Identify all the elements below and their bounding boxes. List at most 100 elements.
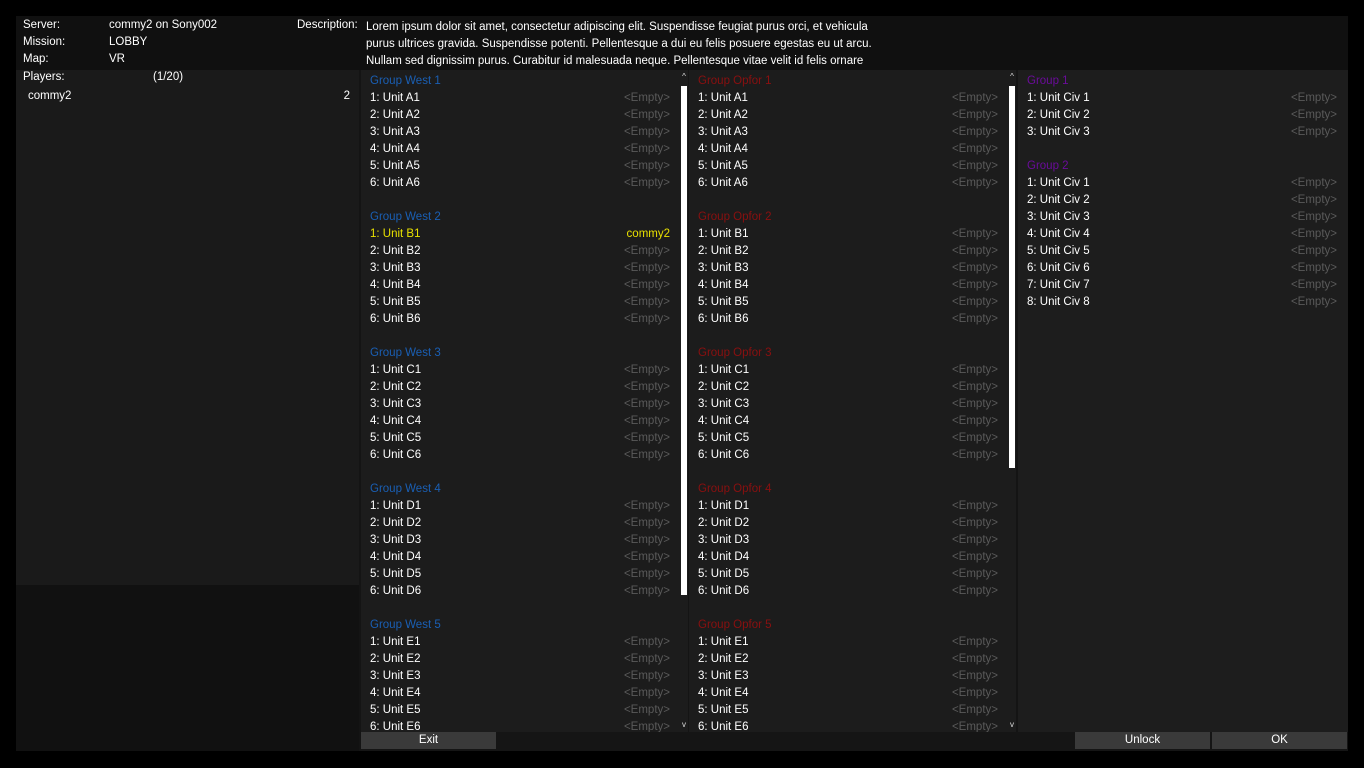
description-line: Lorem ipsum dolor sit amet, consectetur … [366, 21, 868, 33]
opfor-group-title: Group Opfor 2 [698, 211, 772, 223]
west-slot-row[interactable]: 4: Unit C4 <Empty> [370, 413, 670, 430]
player-row[interactable]: commy2 2 [28, 88, 352, 105]
west-scrollbar-thumb[interactable] [681, 86, 687, 595]
west-scroll-up-icon[interactable]: ^ [680, 72, 688, 82]
ok-button[interactable]: OK [1212, 732, 1347, 749]
west-slot-row[interactable]: 1: Unit A1 <Empty> [370, 90, 670, 107]
west-slot-row[interactable]: 1: Unit E1 <Empty> [370, 634, 670, 651]
players-panel[interactable] [16, 70, 359, 585]
west-slot-row[interactable]: 6: Unit C6 <Empty> [370, 447, 670, 464]
west-slot-row[interactable]: 5: Unit D5 <Empty> [370, 566, 670, 583]
west-slot-row[interactable]: 4: Unit A4 <Empty> [370, 141, 670, 158]
slot-role: 5: Unit Civ 5 [1027, 245, 1090, 257]
west-slot-row[interactable]: 5: Unit A5 <Empty> [370, 158, 670, 175]
west-slot-row[interactable]: 3: Unit B3 <Empty> [370, 260, 670, 277]
opfor-slot-row[interactable]: 4: Unit E4 <Empty> [698, 685, 998, 702]
opfor-slot-row[interactable]: 1: Unit C1 <Empty> [698, 362, 998, 379]
opfor-slot-row[interactable]: 4: Unit C4 <Empty> [698, 413, 998, 430]
opfor-slot-row[interactable]: 1: Unit E1 <Empty> [698, 634, 998, 651]
west-slot-row[interactable]: 6: Unit D6 <Empty> [370, 583, 670, 600]
opfor-slot-row[interactable]: 3: Unit A3 <Empty> [698, 124, 998, 141]
opfor-slot-row[interactable]: 3: Unit E3 <Empty> [698, 668, 998, 685]
civ-slot-row[interactable]: 1: Unit Civ 1 <Empty> [1027, 175, 1337, 192]
slot-occupant: <Empty> [951, 653, 998, 665]
west-slot-row[interactable]: 3: Unit C3 <Empty> [370, 396, 670, 413]
slot-role: 5: Unit C5 [698, 432, 750, 444]
west-slot-row[interactable]: 4: Unit B4 <Empty> [370, 277, 670, 294]
opfor-slot-row[interactable]: 4: Unit A4 <Empty> [698, 141, 998, 158]
opfor-slot-list[interactable]: Group Opfor 1 1: Unit A1 <Empty> 2: Unit A2… [689, 70, 1016, 732]
opfor-slot-row[interactable]: 1: Unit A1 <Empty> [698, 90, 998, 107]
civ-slot-row[interactable]: 8: Unit Civ 8 <Empty> [1027, 294, 1337, 311]
opfor-slot-row[interactable]: 6: Unit C6 <Empty> [698, 447, 998, 464]
civ-slot-row[interactable]: 2: Unit Civ 2 <Empty> [1027, 107, 1337, 124]
opfor-slot-row[interactable]: 2: Unit E2 <Empty> [698, 651, 998, 668]
civ-slot-row[interactable]: 3: Unit Civ 3 <Empty> [1027, 209, 1337, 226]
exit-button[interactable]: Exit [361, 732, 496, 749]
opfor-slot-row[interactable]: 5: Unit A5 <Empty> [698, 158, 998, 175]
opfor-slot-row[interactable]: 2: Unit A2 <Empty> [698, 107, 998, 124]
opfor-slot-row[interactable]: 3: Unit B3 <Empty> [698, 260, 998, 277]
opfor-slot-row[interactable]: 5: Unit E5 <Empty> [698, 702, 998, 719]
unlock-button[interactable]: Unlock [1075, 732, 1210, 749]
west-scroll-down-icon[interactable]: v [680, 720, 688, 730]
west-slot-row[interactable]: 2: Unit D2 <Empty> [370, 515, 670, 532]
west-slot-row[interactable]: 5: Unit C5 <Empty> [370, 430, 670, 447]
west-slot-row[interactable]: 3: Unit D3 <Empty> [370, 532, 670, 549]
civ-slot-row[interactable]: 2: Unit Civ 2 <Empty> [1027, 192, 1337, 209]
west-slot-row[interactable]: 6: Unit E6 <Empty> [370, 719, 670, 732]
slot-role: 4: Unit A4 [370, 143, 420, 155]
west-slot-row[interactable]: 5: Unit E5 <Empty> [370, 702, 670, 719]
west-slot-row[interactable]: 2: Unit B2 <Empty> [370, 243, 670, 260]
opfor-slot-row[interactable]: 5: Unit B5 <Empty> [698, 294, 998, 311]
west-slot-row[interactable]: 1: Unit B1 commy2 [370, 226, 670, 243]
slot-role: 3: Unit D3 [698, 534, 750, 546]
civ-slot-row[interactable]: 1: Unit Civ 1 <Empty> [1027, 90, 1337, 107]
opfor-scroll-down-icon[interactable]: v [1008, 720, 1016, 730]
opfor-slot-row[interactable]: 6: Unit A6 <Empty> [698, 175, 998, 192]
west-slot-row[interactable]: 6: Unit A6 <Empty> [370, 175, 670, 192]
civ-slot-row[interactable]: 7: Unit Civ 7 <Empty> [1027, 277, 1337, 294]
opfor-slot-row[interactable]: 6: Unit E6 <Empty> [698, 719, 998, 732]
opfor-slot-row[interactable]: 1: Unit D1 <Empty> [698, 498, 998, 515]
opfor-slot-row[interactable]: 2: Unit D2 <Empty> [698, 515, 998, 532]
opfor-scroll-up-icon[interactable]: ^ [1008, 72, 1016, 82]
opfor-scrollbar-thumb[interactable] [1009, 86, 1015, 468]
west-slot-row[interactable]: 2: Unit E2 <Empty> [370, 651, 670, 668]
opfor-slot-row[interactable]: 3: Unit D3 <Empty> [698, 532, 998, 549]
civ-slot-row[interactable]: 6: Unit Civ 6 <Empty> [1027, 260, 1337, 277]
slot-occupant: <Empty> [623, 415, 670, 427]
civ-slot-list[interactable]: Group 1 1: Unit Civ 1 <Empty> 2: Unit Civ 2… [1018, 70, 1348, 732]
opfor-slot-row[interactable]: 2: Unit B2 <Empty> [698, 243, 998, 260]
west-slot-list[interactable]: Group West 1 1: Unit A1 <Empty> 2: Unit A2 <… [361, 70, 688, 732]
west-slot-row[interactable]: 4: Unit D4 <Empty> [370, 549, 670, 566]
west-slot-row[interactable]: 6: Unit B6 <Empty> [370, 311, 670, 328]
west-slot-row[interactable]: 1: Unit D1 <Empty> [370, 498, 670, 515]
slot-role: 2: Unit D2 [370, 517, 422, 529]
server-label: Server: [23, 19, 61, 31]
west-slot-row[interactable]: 5: Unit B5 <Empty> [370, 294, 670, 311]
opfor-slot-row[interactable]: 2: Unit C2 <Empty> [698, 379, 998, 396]
opfor-slot-row[interactable]: 6: Unit D6 <Empty> [698, 583, 998, 600]
opfor-slot-row[interactable]: 5: Unit C5 <Empty> [698, 430, 998, 447]
opfor-slot-row[interactable]: 1: Unit B1 <Empty> [698, 226, 998, 243]
opfor-slot-row[interactable]: 3: Unit C3 <Empty> [698, 396, 998, 413]
opfor-slot-row[interactable]: 5: Unit D5 <Empty> [698, 566, 998, 583]
opfor-slot-row[interactable]: 4: Unit D4 <Empty> [698, 549, 998, 566]
west-slot-row[interactable]: 4: Unit E4 <Empty> [370, 685, 670, 702]
west-slot-row[interactable]: 2: Unit C2 <Empty> [370, 379, 670, 396]
opfor-slot-row[interactable]: 6: Unit B6 <Empty> [698, 311, 998, 328]
civ-slot-row[interactable]: 4: Unit Civ 4 <Empty> [1027, 226, 1337, 243]
player-name: commy2 [28, 90, 72, 102]
west-slot-row[interactable]: 3: Unit A3 <Empty> [370, 124, 670, 141]
west-slot-row[interactable]: 2: Unit A2 <Empty> [370, 107, 670, 124]
slot-occupant: <Empty> [951, 415, 998, 427]
west-slot-row[interactable]: 3: Unit E3 <Empty> [370, 668, 670, 685]
civ-slot-row[interactable]: 3: Unit Civ 3 <Empty> [1027, 124, 1337, 141]
slot-role: 5: Unit D5 [370, 568, 422, 580]
slot-occupant: <Empty> [951, 585, 998, 597]
civ-slot-row[interactable]: 5: Unit Civ 5 <Empty> [1027, 243, 1337, 260]
slot-role: 3: Unit Civ 3 [1027, 211, 1090, 223]
opfor-slot-row[interactable]: 4: Unit B4 <Empty> [698, 277, 998, 294]
west-slot-row[interactable]: 1: Unit C1 <Empty> [370, 362, 670, 379]
